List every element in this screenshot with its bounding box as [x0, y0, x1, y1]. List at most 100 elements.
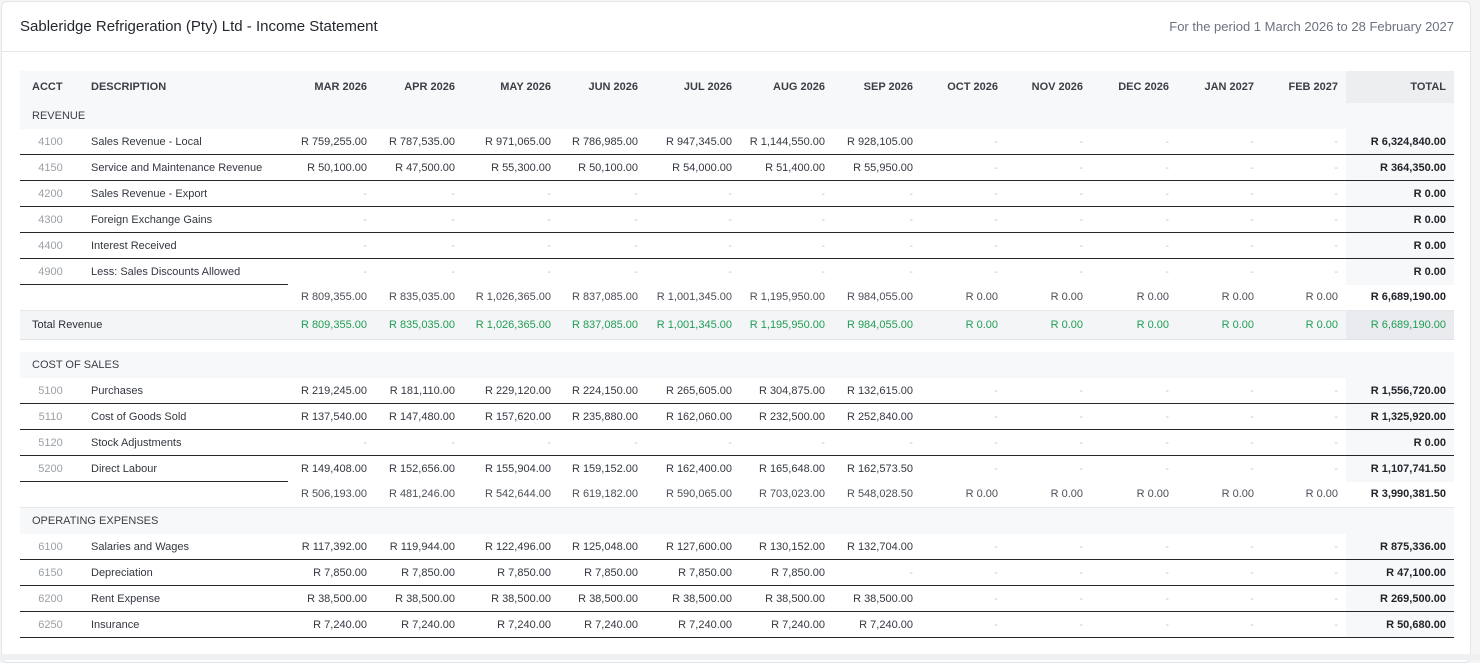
month-amount: -: [921, 378, 1006, 404]
month-amount: R 232,500.00: [740, 404, 833, 430]
section-label: COST OF SALES: [20, 352, 1454, 378]
grand-total-amount: R 809,355.00: [288, 311, 375, 340]
subtotal-amount: R 0.00: [1262, 285, 1346, 311]
col-header-month[interactable]: JUN 2026: [559, 71, 646, 103]
month-amount: -: [559, 259, 646, 285]
account-description: Foreign Exchange Gains: [81, 207, 288, 233]
col-header-month[interactable]: FEB 2027: [1262, 71, 1346, 103]
month-amount: -: [646, 181, 740, 207]
col-header-description[interactable]: DESCRIPTION: [81, 71, 288, 103]
grand-total-amount: R 835,035.00: [375, 311, 463, 340]
account-row[interactable]: 6100Salaries and WagesR 117,392.00R 119,…: [20, 534, 1454, 560]
month-amount: R 38,500.00: [646, 586, 740, 612]
month-amount: -: [1006, 404, 1091, 430]
month-amount: -: [1091, 259, 1177, 285]
report-title: Sableridge Refrigeration (Pty) Ltd - Inc…: [20, 18, 378, 35]
month-amount: -: [1006, 181, 1091, 207]
col-header-month[interactable]: JUL 2026: [646, 71, 740, 103]
month-amount: -: [1091, 207, 1177, 233]
account-code: 4150: [20, 155, 81, 181]
row-total: R 0.00: [1346, 181, 1454, 207]
month-amount: -: [1177, 560, 1262, 586]
spacer-cell: [20, 340, 1454, 353]
col-header-month[interactable]: JAN 2027: [1177, 71, 1262, 103]
grand-total-row: Total RevenueR 809,355.00R 835,035.00R 1…: [20, 311, 1454, 340]
month-amount: -: [375, 181, 463, 207]
month-amount: R 759,255.00: [288, 129, 375, 155]
month-amount: -: [921, 181, 1006, 207]
account-row[interactable]: 4100Sales Revenue - LocalR 759,255.00R 7…: [20, 129, 1454, 155]
col-header-month[interactable]: OCT 2026: [921, 71, 1006, 103]
col-header-acct[interactable]: ACCT: [20, 71, 81, 103]
month-amount: -: [1091, 155, 1177, 181]
month-amount: -: [646, 207, 740, 233]
month-amount: R 7,850.00: [288, 560, 375, 586]
month-amount: -: [1177, 129, 1262, 155]
col-header-total[interactable]: TOTAL: [1346, 71, 1454, 103]
row-total: R 0.00: [1346, 430, 1454, 456]
month-amount: -: [1006, 233, 1091, 259]
month-amount: -: [1177, 207, 1262, 233]
month-amount: -: [375, 430, 463, 456]
subtotal-spacer: [81, 285, 288, 311]
col-header-month[interactable]: MAY 2026: [463, 71, 559, 103]
row-total: R 875,336.00: [1346, 534, 1454, 560]
account-row[interactable]: 5200Direct LabourR 149,408.00R 152,656.0…: [20, 456, 1454, 482]
account-description: Service and Maintenance Revenue: [81, 155, 288, 181]
month-amount: -: [1091, 586, 1177, 612]
month-amount: -: [1262, 586, 1346, 612]
row-total: R 6,324,840.00: [1346, 129, 1454, 155]
month-amount: -: [1091, 129, 1177, 155]
month-amount: -: [1006, 560, 1091, 586]
account-row[interactable]: 4400Interest Received------------R 0.00: [20, 233, 1454, 259]
month-amount: R 229,120.00: [463, 378, 559, 404]
row-total: R 1,325,920.00: [1346, 404, 1454, 430]
month-amount: -: [375, 233, 463, 259]
col-header-month[interactable]: SEP 2026: [833, 71, 921, 103]
account-row[interactable]: 5110Cost of Goods SoldR 137,540.00R 147,…: [20, 404, 1454, 430]
col-header-month[interactable]: NOV 2026: [1006, 71, 1091, 103]
row-total: R 50,680.00: [1346, 612, 1454, 638]
month-amount: R 125,048.00: [559, 534, 646, 560]
month-amount: R 157,620.00: [463, 404, 559, 430]
month-amount: -: [1262, 155, 1346, 181]
month-amount: R 162,060.00: [646, 404, 740, 430]
account-row[interactable]: 4300Foreign Exchange Gains------------R …: [20, 207, 1454, 233]
account-code: 6200: [20, 586, 81, 612]
col-header-month[interactable]: APR 2026: [375, 71, 463, 103]
month-amount: R 928,105.00: [833, 129, 921, 155]
month-amount: R 55,300.00: [463, 155, 559, 181]
col-header-month[interactable]: MAR 2026: [288, 71, 375, 103]
section-cost-of-sales: COST OF SALES: [20, 352, 1454, 378]
subtotal-amount: R 1,001,345.00: [646, 285, 740, 311]
account-row[interactable]: 4900Less: Sales Discounts Allowed-------…: [20, 259, 1454, 285]
month-amount: -: [1006, 534, 1091, 560]
income-statement-table-wrapper[interactable]: ACCT DESCRIPTION MAR 2026 APR 2026 MAY 2…: [20, 71, 1454, 638]
month-amount: R 7,850.00: [740, 560, 833, 586]
account-row[interactable]: 4200Sales Revenue - Export------------R …: [20, 181, 1454, 207]
account-row[interactable]: 6250InsuranceR 7,240.00R 7,240.00R 7,240…: [20, 612, 1454, 638]
month-amount: -: [1091, 456, 1177, 482]
account-row[interactable]: 4150Service and Maintenance RevenueR 50,…: [20, 155, 1454, 181]
month-amount: -: [740, 207, 833, 233]
account-code: 5110: [20, 404, 81, 430]
subtotal-amount: R 542,644.00: [463, 482, 559, 508]
month-amount: -: [921, 534, 1006, 560]
col-header-month[interactable]: AUG 2026: [740, 71, 833, 103]
horizontal-scrollbar[interactable]: [0, 654, 1480, 660]
account-description: Less: Sales Discounts Allowed: [81, 259, 288, 285]
month-amount: R 7,850.00: [646, 560, 740, 586]
month-amount: R 162,573.50: [833, 456, 921, 482]
month-amount: R 235,880.00: [559, 404, 646, 430]
month-amount: -: [1262, 259, 1346, 285]
month-amount: R 132,704.00: [833, 534, 921, 560]
account-row[interactable]: 5120Stock Adjustments------------R 0.00: [20, 430, 1454, 456]
account-row[interactable]: 5100PurchasesR 219,245.00R 181,110.00R 2…: [20, 378, 1454, 404]
col-header-month[interactable]: DEC 2026: [1091, 71, 1177, 103]
subtotal-amount: R 0.00: [921, 482, 1006, 508]
account-description: Sales Revenue - Export: [81, 181, 288, 207]
grand-total-total: R 6,689,190.00: [1346, 311, 1454, 340]
account-row[interactable]: 6200Rent ExpenseR 38,500.00R 38,500.00R …: [20, 586, 1454, 612]
account-row[interactable]: 6150DepreciationR 7,850.00R 7,850.00R 7,…: [20, 560, 1454, 586]
row-total: R 1,556,720.00: [1346, 378, 1454, 404]
